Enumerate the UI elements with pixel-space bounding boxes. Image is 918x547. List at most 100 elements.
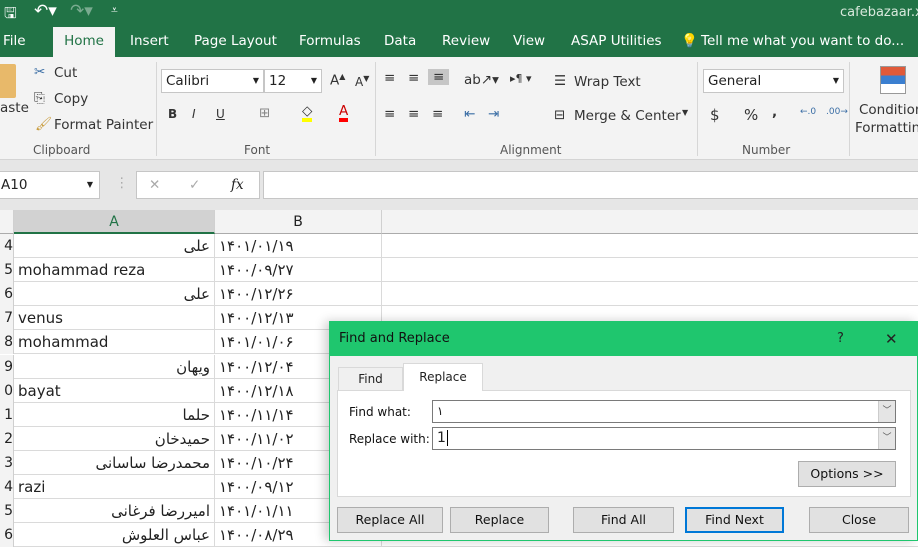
- tab-file[interactable]: File: [3, 27, 26, 57]
- row-header[interactable]: 8: [0, 330, 14, 355]
- decrease-indent-icon[interactable]: ⇤: [464, 106, 475, 122]
- find-what-input[interactable]: ۱ ﹀: [432, 400, 896, 423]
- cell-a[interactable]: mohammad: [14, 330, 215, 355]
- paste-button[interactable]: aste: [0, 100, 29, 116]
- cell-a[interactable]: علی: [14, 234, 215, 258]
- row-header[interactable]: 5: [0, 499, 14, 524]
- options-button[interactable]: Options >>: [798, 461, 896, 487]
- column-header-b[interactable]: B: [215, 210, 382, 234]
- cell-b[interactable]: ۱۴۰۰/۰۹/۲۷: [215, 258, 382, 283]
- cell-a[interactable]: venus: [14, 306, 215, 331]
- percent-button[interactable]: %: [744, 106, 758, 124]
- align-top-icon[interactable]: ≡: [384, 70, 395, 86]
- orientation-icon[interactable]: ab↗▾: [464, 72, 499, 88]
- cell-a[interactable]: ویهان: [14, 354, 215, 379]
- tab-home[interactable]: Home: [53, 27, 115, 57]
- row-header[interactable]: 2: [0, 426, 14, 451]
- name-box[interactable]: A10 ▼: [0, 171, 100, 199]
- currency-button[interactable]: $: [710, 106, 720, 124]
- bold-button[interactable]: B: [168, 107, 177, 121]
- tab-formulas[interactable]: Formulas: [299, 27, 361, 57]
- redo-icon[interactable]: ↷▾: [70, 1, 93, 21]
- cell-b[interactable]: ۱۴۰۱/۰۱/۱۹: [215, 234, 382, 258]
- wrap-text-button[interactable]: Wrap Text: [574, 74, 641, 90]
- tab-replace[interactable]: Replace: [403, 363, 483, 391]
- help-button[interactable]: ?: [837, 331, 844, 346]
- replace-all-button[interactable]: Replace All: [337, 507, 443, 533]
- row-header[interactable]: 4: [0, 475, 14, 499]
- format-painter-button[interactable]: Format Painter: [54, 117, 153, 133]
- number-format-select[interactable]: General ▼: [703, 69, 844, 93]
- comma-button[interactable]: ,: [772, 104, 777, 120]
- cell-a[interactable]: امیررضا فرغانی: [14, 499, 215, 524]
- column-header-a[interactable]: A: [14, 210, 215, 234]
- find-all-button[interactable]: Find All: [573, 507, 674, 533]
- row-header[interactable]: 5: [0, 258, 14, 283]
- insert-function-button[interactable]: fx: [231, 174, 244, 196]
- row-header[interactable]: 6: [0, 282, 14, 307]
- align-bottom-icon[interactable]: ≡: [428, 69, 450, 85]
- decrease-font-icon[interactable]: A▼: [355, 74, 369, 89]
- underline-button[interactable]: U: [216, 107, 225, 121]
- cell-a[interactable]: عباس العلوش: [14, 523, 215, 547]
- close-button[interactable]: Close: [809, 507, 909, 533]
- tab-view[interactable]: View: [513, 27, 545, 57]
- row-header[interactable]: 6: [0, 523, 14, 547]
- cell-a[interactable]: mohammad reza: [14, 258, 215, 283]
- paste-icon[interactable]: [0, 64, 16, 98]
- copy-button[interactable]: Copy: [54, 91, 88, 107]
- chevron-down-icon[interactable]: ﹀: [878, 428, 895, 449]
- row-header[interactable]: 7: [0, 306, 14, 331]
- cell-a[interactable]: علی: [14, 282, 215, 307]
- cut-button[interactable]: Cut: [54, 65, 77, 81]
- drag-handle-icon[interactable]: ⋮: [115, 175, 129, 191]
- close-icon[interactable]: ✕: [885, 330, 898, 348]
- tab-find[interactable]: Find: [338, 367, 403, 390]
- chevron-down-icon[interactable]: ▼: [682, 108, 688, 117]
- italic-button[interactable]: I: [192, 107, 196, 121]
- replace-with-input[interactable]: 1 ﹀: [432, 427, 896, 450]
- text-direction-icon[interactable]: ▸¶ ▾: [510, 72, 532, 85]
- row-header[interactable]: 0: [0, 378, 14, 403]
- select-all-corner[interactable]: [0, 210, 14, 234]
- save-icon[interactable]: 🖫: [4, 3, 17, 28]
- tell-me-search[interactable]: Tell me what you want to do...: [701, 27, 904, 57]
- align-center-icon[interactable]: ≡: [408, 106, 419, 122]
- row-header[interactable]: 9: [0, 354, 14, 379]
- fill-color-icon[interactable]: ◇: [302, 104, 313, 122]
- align-middle-icon[interactable]: ≡: [408, 70, 419, 86]
- cancel-icon[interactable]: ✕: [149, 174, 160, 196]
- cell-a[interactable]: razi: [14, 475, 215, 499]
- tab-data[interactable]: Data: [384, 27, 416, 57]
- align-right-icon[interactable]: ≡: [432, 106, 443, 122]
- chevron-down-icon[interactable]: ﹀: [878, 401, 895, 422]
- row-header[interactable]: 1: [0, 402, 14, 427]
- replace-button[interactable]: Replace: [450, 507, 549, 533]
- cell-a[interactable]: bayat: [14, 378, 215, 403]
- cell-a[interactable]: محمدرضا ساسانی: [14, 450, 215, 475]
- row-header[interactable]: 4: [0, 234, 14, 258]
- font-name-select[interactable]: Calibri ▼: [161, 69, 264, 93]
- align-left-icon[interactable]: ≡: [384, 106, 395, 122]
- increase-decimal-icon[interactable]: ←.0: [800, 107, 816, 117]
- cell-a[interactable]: حلما: [14, 402, 215, 427]
- increase-font-icon[interactable]: A▲: [330, 72, 345, 89]
- tab-page-layout[interactable]: Page Layout: [194, 27, 277, 57]
- cell-b[interactable]: ۱۴۰۰/۱۲/۲۶: [215, 282, 382, 307]
- undo-icon[interactable]: ↶▾: [34, 1, 57, 21]
- decrease-decimal-icon[interactable]: .00→: [826, 107, 848, 117]
- row-header[interactable]: 3: [0, 450, 14, 475]
- tab-asap-utilities[interactable]: ASAP Utilities: [571, 27, 662, 57]
- conditional-formatting-button[interactable]: Condition: [859, 102, 918, 118]
- tab-insert[interactable]: Insert: [130, 27, 169, 57]
- borders-icon[interactable]: ⊞: [259, 105, 270, 121]
- increase-indent-icon[interactable]: ⇥: [488, 106, 499, 122]
- font-size-select[interactable]: 12 ▼: [264, 69, 322, 93]
- formula-input[interactable]: [263, 171, 918, 199]
- customize-qat-icon[interactable]: ⩡: [111, 3, 118, 18]
- enter-icon[interactable]: ✓: [189, 174, 200, 196]
- find-next-button[interactable]: Find Next: [685, 507, 784, 533]
- tab-review[interactable]: Review: [442, 27, 490, 57]
- cell-a[interactable]: حمیدخان: [14, 426, 215, 451]
- font-color-button[interactable]: A: [339, 104, 349, 122]
